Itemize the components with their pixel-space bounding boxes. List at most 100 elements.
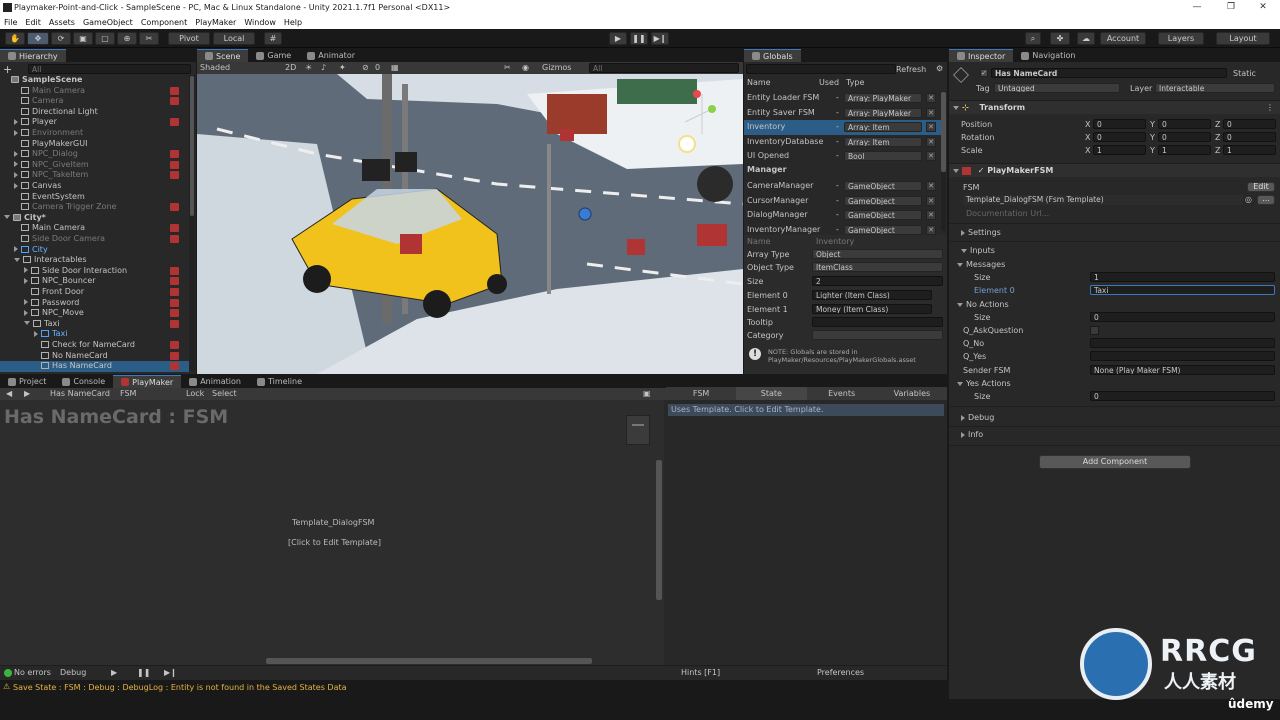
global-variable-row[interactable]: UI Opened - Bool ✕ (744, 149, 941, 164)
layers-dropdown[interactable]: Layers (1158, 32, 1204, 45)
tab-timeline[interactable]: Timeline (249, 375, 310, 388)
rotation-x[interactable]: 0 (1093, 132, 1146, 142)
hierarchy-item[interactable]: Taxi (0, 319, 189, 330)
messages-foldout[interactable]: Messages (957, 260, 1005, 269)
var-type-dropdown[interactable]: Array: Item (844, 122, 922, 133)
tab-variables[interactable]: Variables (877, 387, 947, 400)
hierarchy-item[interactable]: Environment (0, 128, 189, 139)
pause-debug-icon[interactable]: ❚❚ (137, 668, 150, 677)
gear-icon[interactable]: ⚙ (936, 64, 943, 73)
gizmos-dropdown[interactable]: Gizmos (542, 63, 571, 72)
object-type-dropdown[interactable]: ItemClass (812, 262, 943, 272)
array-type-dropdown[interactable]: Object (812, 249, 943, 259)
add-component-button[interactable]: Add Component (1039, 455, 1191, 469)
lock-toggle[interactable]: Lock (186, 389, 204, 398)
rotation-y[interactable]: 0 (1158, 132, 1211, 142)
hierarchy-search[interactable]: All (28, 64, 191, 74)
hierarchy-item[interactable]: No NameCard (0, 351, 189, 362)
fsm-graph[interactable]: Has NameCard : FSM Template_DialogFSM [C… (0, 400, 664, 668)
info-foldout[interactable]: Info (961, 430, 983, 439)
scale-z[interactable]: 1 (1223, 145, 1276, 155)
menu-playmaker[interactable]: PlayMaker (195, 18, 236, 27)
step-button[interactable]: ▶❙ (651, 32, 669, 45)
preferences-button[interactable]: Preferences (817, 668, 864, 677)
custom-tool-icon[interactable]: ✂ (139, 32, 159, 45)
expand-arrow-icon[interactable] (14, 161, 18, 168)
tools-icon[interactable]: ✂ (504, 63, 511, 72)
expand-arrow-icon[interactable] (24, 267, 28, 274)
tag-dropdown[interactable]: Untagged (994, 83, 1120, 93)
global-variable-row[interactable]: InventoryDatabase - Array: Item ✕ (744, 135, 941, 150)
no-actions-size-field[interactable]: 0 (1090, 312, 1275, 322)
menu-window[interactable]: Window (244, 18, 276, 27)
hand-tool-icon[interactable]: ✋ (5, 32, 25, 45)
doc-url-field[interactable]: Documentation Url... (966, 209, 1049, 218)
hierarchy-item[interactable]: NPC_Bouncer (0, 276, 189, 287)
debug-dropdown[interactable]: Debug (60, 668, 86, 677)
close-button[interactable]: ✕ (1246, 0, 1280, 15)
tab-events[interactable]: Events (807, 387, 877, 400)
hierarchy-item[interactable]: EventSystem (0, 192, 189, 203)
delete-var-icon[interactable]: ✕ (926, 136, 936, 147)
hierarchy-item[interactable]: NPC_Dialog (0, 149, 189, 160)
pause-button[interactable]: ❚❚ (630, 32, 648, 45)
settings-foldout[interactable]: Settings (961, 228, 1001, 237)
global-variable-row[interactable]: DialogManager - GameObject ✕ (744, 208, 941, 223)
2d-toggle[interactable]: 2D (285, 63, 296, 72)
fullscreen-icon[interactable]: ▣ (643, 389, 651, 398)
fsm-selector[interactable]: FSM (120, 389, 136, 398)
playmakerfsm-header[interactable]: ✓ PlayMakerFSM (949, 163, 1280, 177)
q-no-field[interactable] (1090, 338, 1275, 348)
hierarchy-item[interactable]: Has NameCard (0, 361, 189, 372)
globals-scrollbar[interactable] (941, 91, 946, 231)
active-checkbox[interactable]: ✓ (980, 69, 988, 77)
var-type-dropdown[interactable]: Array: Item (844, 136, 922, 147)
expand-arrow-icon[interactable] (14, 118, 18, 125)
maximize-button[interactable]: ❐ (1214, 0, 1248, 15)
object-name-field[interactable]: Has NameCard (991, 68, 1227, 78)
hierarchy-item[interactable]: Taxi (0, 329, 189, 340)
delete-var-icon[interactable]: ✕ (926, 210, 936, 221)
q-yes-field[interactable] (1090, 351, 1275, 361)
light-icon[interactable]: ☀ (305, 63, 312, 72)
local-toggle[interactable]: Local (213, 32, 255, 45)
hierarchy-scrollbar[interactable] (189, 75, 195, 371)
array-size-field[interactable]: 2 (812, 276, 943, 286)
var-type-dropdown[interactable]: GameObject (844, 224, 922, 235)
play-debug-icon[interactable]: ▶ (111, 668, 117, 677)
hierarchy-item[interactable]: PlayMakerGUI (0, 139, 189, 150)
pivot-toggle[interactable]: Pivot (168, 32, 210, 45)
tab-animator[interactable]: Animator (299, 49, 363, 62)
shading-dropdown[interactable]: Shaded (200, 63, 230, 72)
menu-edit[interactable]: Edit (25, 18, 41, 27)
persp-label[interactable]: < Persp (697, 137, 728, 146)
tab-navigation[interactable]: Navigation (1013, 49, 1083, 62)
expand-arrow-icon[interactable] (24, 299, 28, 306)
hierarchy-item[interactable]: Side Door Interaction (0, 266, 189, 277)
expand-arrow-icon[interactable] (14, 129, 18, 136)
globals-search[interactable] (746, 64, 896, 74)
tab-playmaker[interactable]: PlayMaker (113, 375, 182, 388)
expand-arrow-icon[interactable] (34, 330, 38, 337)
tab-globals[interactable]: Globals (744, 49, 801, 62)
position-x[interactable]: 0 (1093, 119, 1146, 129)
category-dropdown[interactable] (812, 330, 943, 340)
scale-y[interactable]: 1 (1158, 145, 1211, 155)
hierarchy-item[interactable]: Front Door (0, 287, 189, 298)
delete-var-icon[interactable]: ✕ (926, 195, 936, 206)
global-variable-row[interactable]: CursorManager - GameObject ✕ (744, 194, 941, 209)
expand-arrow-icon[interactable] (14, 246, 18, 253)
tab-animation[interactable]: Animation (181, 375, 249, 388)
delete-var-icon[interactable]: ✕ (926, 107, 936, 118)
layout-dropdown[interactable]: Layout (1216, 32, 1270, 45)
delete-var-icon[interactable]: ✕ (926, 151, 936, 162)
forward-arrow-icon[interactable]: ▶ (24, 389, 30, 398)
messages-size-field[interactable]: 1 (1090, 272, 1275, 282)
static-checkbox[interactable]: Static (1233, 69, 1256, 78)
q-askquestion-checkbox[interactable] (1090, 326, 1099, 335)
tab-game[interactable]: Game (248, 49, 299, 62)
cloud-icon[interactable]: ☁ (1077, 32, 1095, 45)
var-type-dropdown[interactable]: Array: PlayMaker (844, 93, 922, 103)
move-tool-icon[interactable]: ✥ (27, 32, 49, 45)
hierarchy-item[interactable]: Main Camera (0, 223, 189, 234)
